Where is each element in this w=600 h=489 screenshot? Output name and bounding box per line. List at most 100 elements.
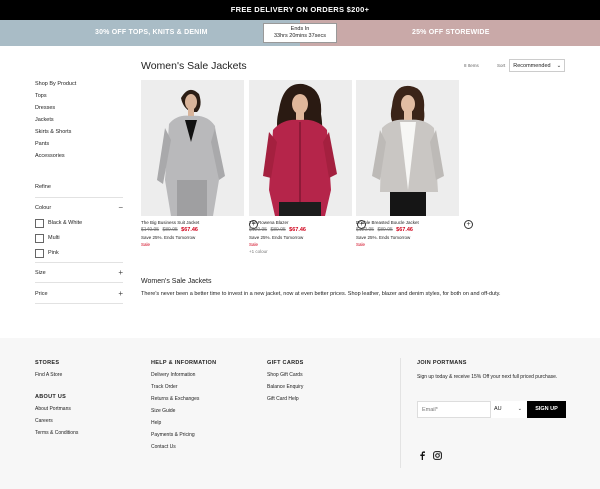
footer-link-returns[interactable]: Returns & Exchanges xyxy=(151,396,216,402)
item-count: 8 Items xyxy=(464,63,479,68)
add-circle-icon[interactable]: + xyxy=(464,220,473,229)
filter-option-multi[interactable]: Multi xyxy=(35,233,60,243)
divider xyxy=(35,197,123,198)
filter-size-label: Size xyxy=(35,270,46,276)
product-prices: $129.95 $89.95 $67.46 xyxy=(356,227,459,233)
product-name[interactable]: The Big Business Suit Jacket xyxy=(141,220,244,225)
footer-link-terms[interactable]: Terms & Conditions xyxy=(35,430,78,436)
product-prices: $149.95 $89.95 $67.46 xyxy=(141,227,244,233)
price-sale: $67.46 xyxy=(181,227,198,233)
promo-text: Save 25%. Ends Tomorrow xyxy=(249,235,304,240)
sale-badge: Sale xyxy=(356,242,366,247)
filter-option-label: Pink xyxy=(48,250,59,256)
product-card[interactable]: The Rowena Blazer $129.95 $89.95 $67.46 … xyxy=(249,80,366,254)
divider xyxy=(35,303,123,304)
checkbox[interactable] xyxy=(35,233,44,243)
footer-link-balance[interactable]: Balance Enquiry xyxy=(267,384,304,390)
footer-gift: GIFT CARDS Shop Gift Cards Balance Enqui… xyxy=(267,360,304,402)
promo-left[interactable]: 30% OFF TOPS, KNITS & DENIM xyxy=(0,20,300,46)
filter-option-label: Multi xyxy=(48,235,60,241)
more-colours-link[interactable]: +1 colour xyxy=(249,249,352,254)
checkbox[interactable] xyxy=(35,248,44,258)
join-text: Sign up today & receive 15% Off your nex… xyxy=(417,374,558,380)
footer-link-gift-help[interactable]: Gift Card Help xyxy=(267,396,304,402)
description-body: There's never been a better time to inve… xyxy=(141,291,501,297)
plus-icon: + xyxy=(118,268,123,277)
footer-heading: HELP & INFORMATION xyxy=(151,360,217,366)
sidebar-item-dresses[interactable]: Dresses xyxy=(35,102,123,114)
price-original: $129.95 xyxy=(356,227,375,233)
footer-link-size-guide[interactable]: Size Guide xyxy=(151,408,216,414)
minus-icon: − xyxy=(118,203,123,212)
price-original: $129.95 xyxy=(249,227,268,233)
filter-size-toggle[interactable]: Size + xyxy=(35,268,123,278)
filter-option-label: Black & White xyxy=(48,220,83,226)
sort-control: Sort Recommended ⌄ xyxy=(497,59,567,72)
footer: STORES Find A Store ABOUT US About Portm… xyxy=(0,338,600,489)
sidebar-item-accessories[interactable]: Accessories xyxy=(35,150,123,162)
product-name[interactable]: Double Breasted Boucle Jacket xyxy=(356,220,459,225)
promo-bar: 30% OFF TOPS, KNITS & DENIM 25% OFF STOR… xyxy=(0,20,600,46)
sidebar-item-pants[interactable]: Pants xyxy=(35,138,123,150)
footer-link-careers[interactable]: Careers xyxy=(35,418,78,424)
sort-dropdown[interactable]: Recommended ⌄ xyxy=(509,59,566,72)
country-select[interactable]: AU ⌄ xyxy=(490,401,527,418)
instagram-icon[interactable] xyxy=(433,451,442,460)
sale-badge: Sale xyxy=(141,242,151,247)
filter-option-pink[interactable]: Pink xyxy=(35,248,59,258)
footer-heading: STORES xyxy=(35,360,60,366)
product-name[interactable]: The Rowena Blazer xyxy=(249,220,352,225)
footer-link-about[interactable]: About Portmans xyxy=(35,406,78,412)
footer-link-payments[interactable]: Payments & Pricing xyxy=(151,432,216,438)
sidebar-item-shop-by-product[interactable]: Shop By Product xyxy=(35,78,123,90)
filter-option-black-white[interactable]: Black & White xyxy=(35,218,82,228)
product-card[interactable]: Double Breasted Boucle Jacket $129.95 $8… xyxy=(356,80,473,247)
promo-text: Save 25%. Ends Tomorrow xyxy=(356,235,411,240)
checkbox[interactable] xyxy=(35,218,44,228)
sidebar-item-tops[interactable]: Tops xyxy=(35,90,123,102)
category-sidebar: Shop By Product Tops Dresses Jackets Ski… xyxy=(35,78,123,162)
price-sale: $67.46 xyxy=(396,227,413,233)
footer-link-find-store[interactable]: Find A Store xyxy=(35,372,62,378)
divider xyxy=(35,262,123,263)
signup-button[interactable]: SIGN UP xyxy=(527,401,566,418)
footer-stores: STORES Find A Store xyxy=(35,360,62,378)
chevron-down-icon: ⌄ xyxy=(517,406,522,412)
filter-colour-toggle[interactable]: Colour − xyxy=(35,203,123,213)
product-image[interactable] xyxy=(356,80,459,216)
footer-link-help[interactable]: Help xyxy=(151,420,216,426)
product-prices: $129.95 $89.95 $67.46 xyxy=(249,227,352,233)
divider xyxy=(400,358,401,468)
footer-heading: JOIN PORTMANS xyxy=(417,360,467,366)
filter-price-label: Price xyxy=(35,291,48,297)
sidebar-item-skirts-shorts[interactable]: Skirts & Shorts xyxy=(35,126,123,138)
footer-link-shop-gift-cards[interactable]: Shop Gift Cards xyxy=(267,372,304,378)
product-image[interactable] xyxy=(141,80,244,216)
footer-heading: GIFT CARDS xyxy=(267,360,304,366)
price-sale: $67.46 xyxy=(289,227,306,233)
free-delivery-banner[interactable]: FREE DELIVERY ON ORDERS $200+ xyxy=(0,0,600,20)
product-card[interactable]: The Big Business Suit Jacket $149.95 $89… xyxy=(141,80,258,247)
divider xyxy=(35,282,123,283)
promo-text: Save 25%. Ends Tomorrow xyxy=(141,235,196,240)
filter-price-toggle[interactable]: Price + xyxy=(35,289,123,299)
filter-colour-label: Colour xyxy=(35,205,52,211)
product-image[interactable] xyxy=(249,80,352,216)
promo-right[interactable]: 25% OFF STOREWIDE xyxy=(300,20,600,46)
facebook-icon[interactable] xyxy=(419,451,425,460)
chevron-down-icon: ⌄ xyxy=(556,62,562,69)
footer-about: ABOUT US About Portmans Careers Terms & … xyxy=(35,394,78,436)
price-previous: $89.95 xyxy=(162,227,178,233)
sale-badge: Sale xyxy=(249,242,259,247)
footer-link-track-order[interactable]: Track Order xyxy=(151,384,216,390)
country-value: AU xyxy=(494,406,502,412)
description-title: Women's Sale Jackets xyxy=(141,278,212,285)
plus-icon: + xyxy=(118,289,123,298)
sidebar-item-jackets[interactable]: Jackets xyxy=(35,114,123,126)
timer-value: 33hrs 20mins 37secs xyxy=(274,33,326,39)
price-previous: $89.95 xyxy=(270,227,286,233)
page-title: Women's Sale Jackets xyxy=(141,60,247,72)
footer-link-delivery[interactable]: Delivery Information xyxy=(151,372,216,378)
footer-help: HELP & INFORMATION Delivery Information … xyxy=(151,360,216,450)
footer-link-contact[interactable]: Contact Us xyxy=(151,444,216,450)
